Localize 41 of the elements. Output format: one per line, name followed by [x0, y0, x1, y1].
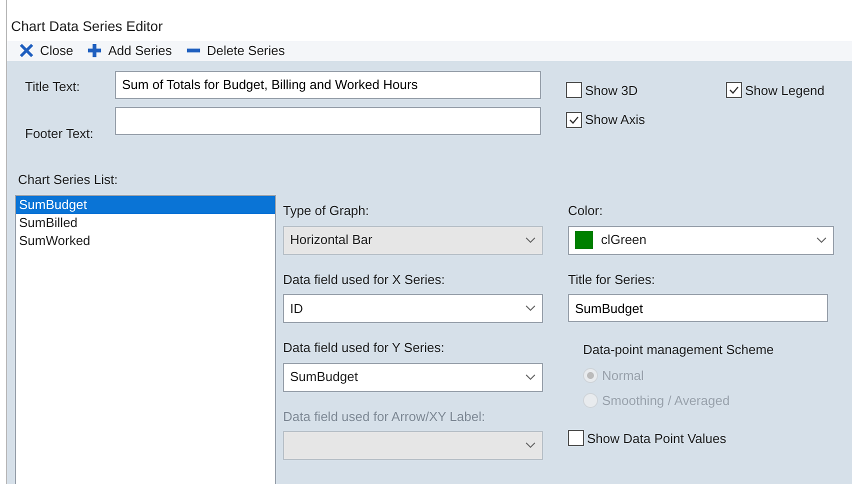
dropdown[interactable]: SumBudget — [283, 362, 543, 392]
checkbox-label: Show 3D — [585, 82, 638, 100]
delete-series-button[interactable]: Delete Series — [186, 41, 285, 60]
field-label: Type of Graph: — [283, 202, 370, 220]
close-icon — [19, 43, 34, 58]
caret-icon — [525, 374, 536, 380]
caret-icon — [525, 305, 536, 312]
checkbox-label: Show Legend — [745, 82, 825, 100]
group-label: Data-point management Scheme — [583, 341, 775, 359]
color-dropdown[interactable]: clGreen — [568, 226, 834, 254]
field-label: Color: — [568, 202, 604, 220]
checkbox-label: Show Axis — [585, 111, 645, 129]
section-label: Chart Series List: — [18, 170, 119, 188]
checkbox[interactable] — [566, 82, 582, 98]
caret-icon — [525, 442, 536, 449]
field-label: Data field used for Y Series: — [283, 339, 446, 357]
series-title-field[interactable]: SumBudget — [568, 294, 828, 322]
title-text-field[interactable]: Sum of Totals for Budget, Billing and Worked Hours — [115, 70, 541, 98]
caret-icon — [816, 236, 827, 244]
checkbox[interactable] — [726, 82, 742, 98]
list-item[interactable]: SumBilled — [16, 214, 275, 232]
checkbox[interactable] — [566, 112, 582, 128]
list-item[interactable]: SumWorked — [16, 232, 275, 250]
checkbox-label: Show Data Point Values — [587, 430, 726, 448]
field-label: Title Text: — [25, 78, 81, 96]
list-item[interactable]: SumBudget — [16, 196, 275, 214]
checkbox[interactable] — [568, 430, 584, 446]
check-icon — [728, 84, 740, 96]
dropdown[interactable]: ID — [283, 294, 543, 323]
caret-icon — [525, 236, 536, 244]
field-label: Data field used for X Series: — [283, 270, 446, 288]
plus-icon — [87, 43, 102, 58]
radio-label: Normal — [602, 366, 644, 384]
close-button[interactable]: Close — [19, 41, 74, 60]
footer-text-field[interactable] — [115, 106, 541, 134]
radio-label: Smoothing / Averaged — [602, 392, 730, 410]
field-label: Data field used for Arrow/XY Label: — [283, 408, 486, 426]
color-name: clGreen — [601, 231, 647, 250]
field-label: Title for Series: — [568, 270, 656, 288]
field-label: Footer Text: — [25, 125, 94, 143]
add-series-button[interactable]: Add Series — [87, 41, 172, 60]
